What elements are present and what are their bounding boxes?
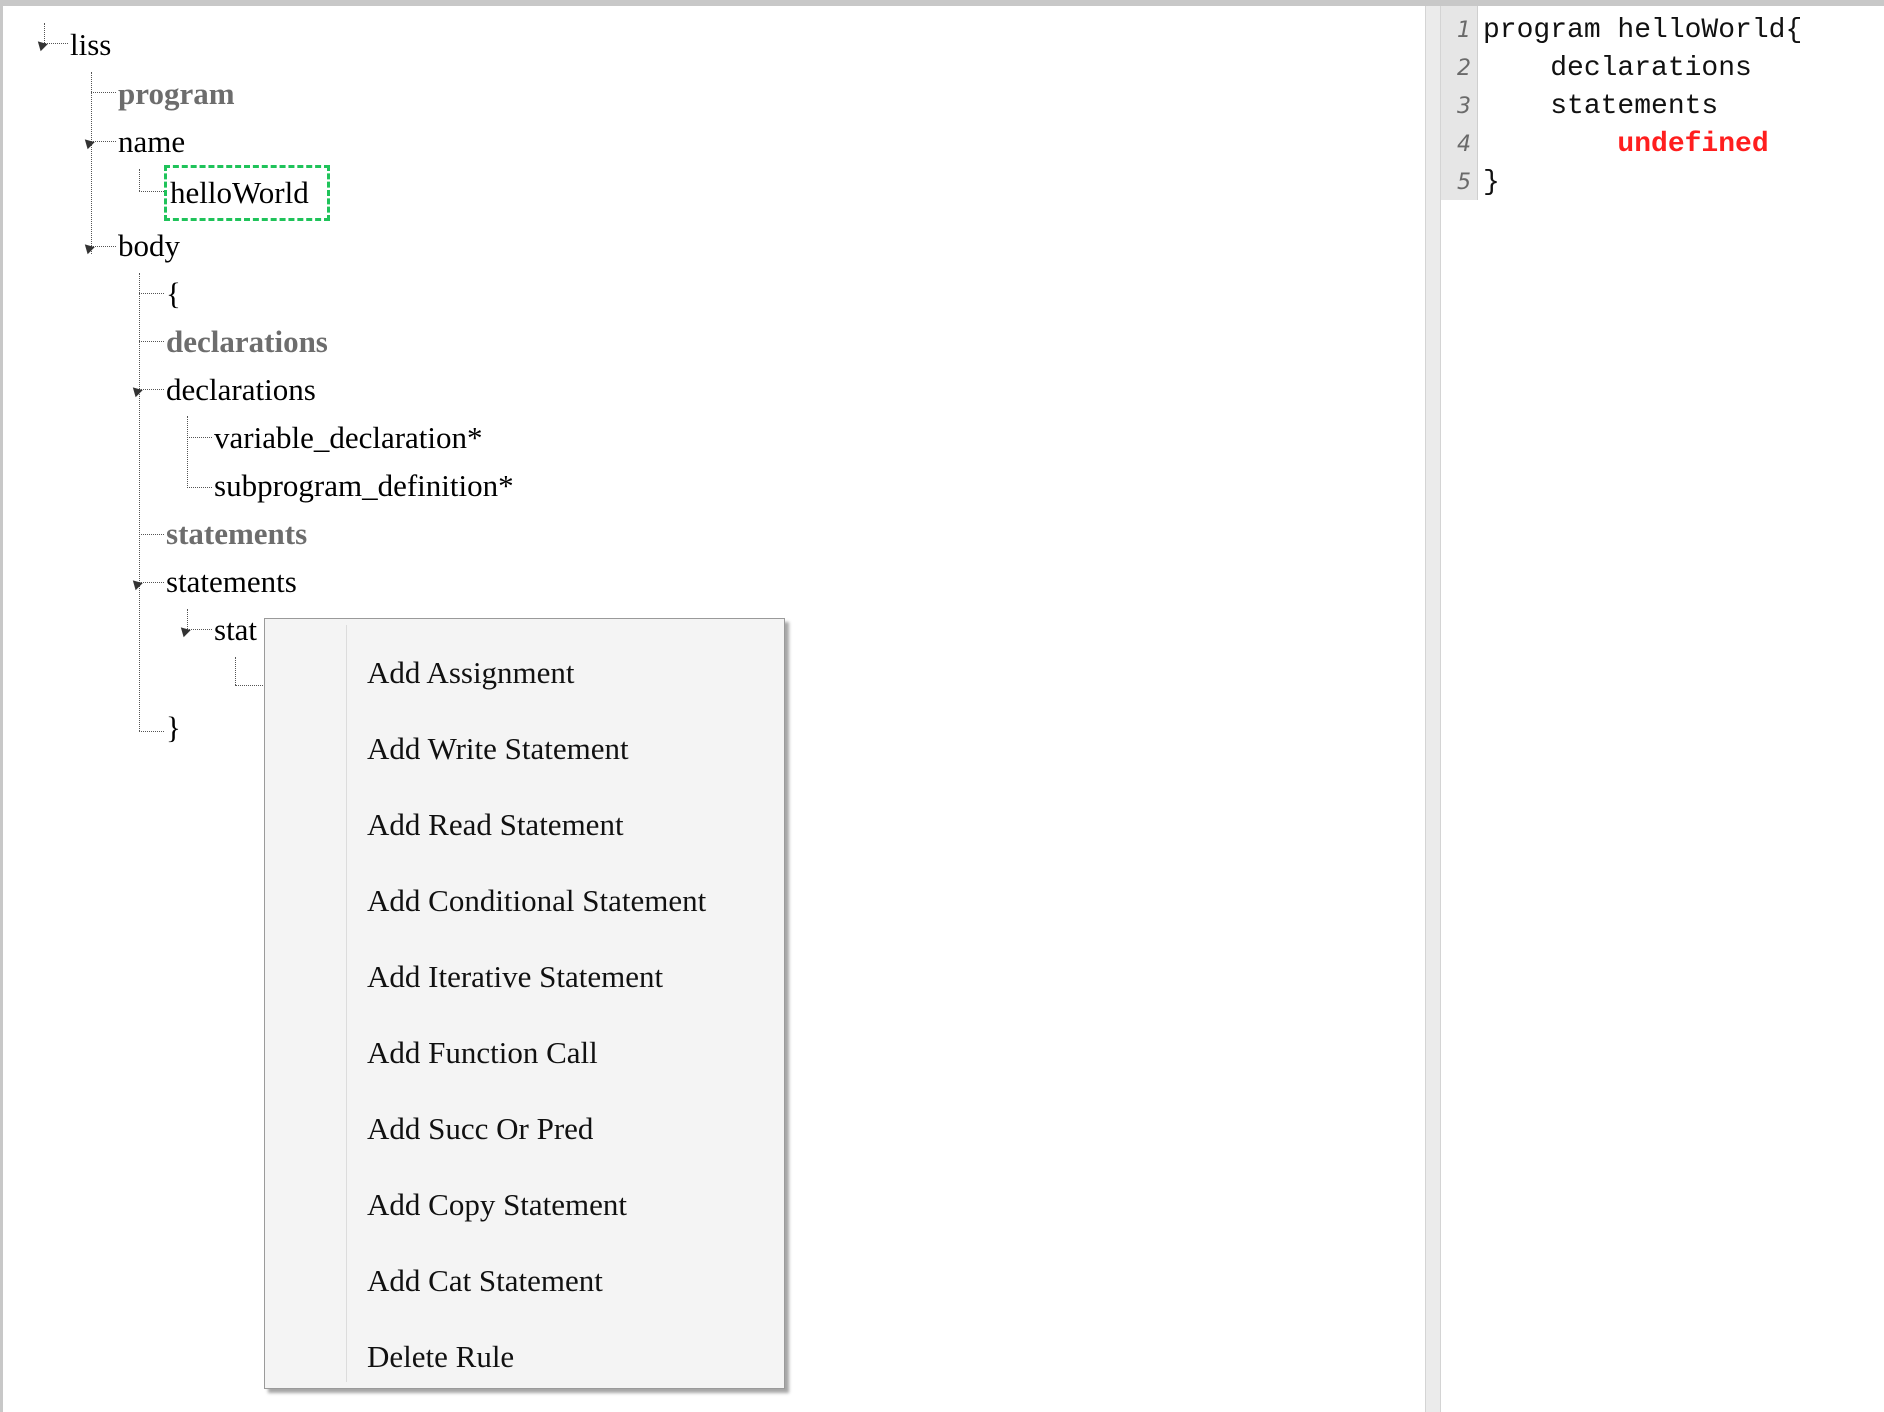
collapse-triangle-icon[interactable]: [81, 240, 95, 255]
line-number: 1: [1457, 18, 1471, 43]
parse-tree-pane[interactable]: liss program name helloWorld body { decl…: [3, 6, 1425, 1412]
menu-item-add-succ-or-pred[interactable]: Add Succ Or Pred: [266, 1091, 783, 1167]
tree-connector: [187, 416, 188, 488]
tree-node-subprogram-definition[interactable]: subprogram_definition*: [214, 468, 514, 504]
menu-item-add-read-statement[interactable]: Add Read Statement: [266, 787, 783, 863]
tree-connector: [235, 685, 263, 686]
menu-item-add-iterative-statement[interactable]: Add Iterative Statement: [266, 939, 783, 1015]
code-line[interactable]: program helloWorld{: [1483, 12, 1802, 50]
collapse-triangle-icon[interactable]: [81, 135, 95, 150]
tree-node-variable-declaration[interactable]: variable_declaration*: [214, 420, 483, 456]
tree-node-open-brace[interactable]: {: [166, 276, 181, 312]
menu-item-delete-rule[interactable]: Delete Rule: [266, 1319, 783, 1395]
menu-item-add-conditional-statement[interactable]: Add Conditional Statement: [266, 863, 783, 939]
tree-node-statements[interactable]: statements: [166, 564, 297, 600]
tree-connector: [139, 341, 164, 342]
tree-node-declarations[interactable]: declarations: [166, 372, 316, 408]
tree-connector: [91, 92, 116, 93]
tree-node-name-value[interactable]: helloWorld: [170, 175, 309, 211]
tree-connector: [139, 731, 164, 732]
menu-item-add-copy-statement[interactable]: Add Copy Statement: [266, 1167, 783, 1243]
menu-item-add-assignment[interactable]: Add Assignment: [266, 635, 783, 711]
tree-node-declarations-keyword[interactable]: declarations: [166, 324, 328, 360]
collapse-triangle-icon[interactable]: [34, 37, 48, 52]
tree-node-statements-keyword[interactable]: statements: [166, 516, 307, 552]
code-line[interactable]: statements: [1483, 88, 1718, 126]
tree-node-name[interactable]: name: [118, 124, 185, 160]
tree-node-statement[interactable]: stat: [214, 612, 257, 648]
code-line[interactable]: declarations: [1483, 50, 1752, 88]
code-line[interactable]: }: [1483, 164, 1500, 202]
tree-node-program-keyword[interactable]: program: [118, 76, 235, 112]
line-number: 5: [1457, 170, 1471, 195]
collapse-triangle-icon[interactable]: [129, 576, 143, 591]
pane-splitter[interactable]: [1425, 6, 1441, 1412]
collapse-triangle-icon[interactable]: [177, 623, 191, 638]
tree-connector: [139, 191, 164, 192]
collapse-triangle-icon[interactable]: [129, 383, 143, 398]
line-number: 4: [1457, 132, 1471, 157]
tree-connector: [139, 293, 164, 294]
tree-node-close-brace[interactable]: }: [166, 710, 181, 746]
tree-connector: [235, 657, 236, 685]
menu-item-add-function-call[interactable]: Add Function Call: [266, 1015, 783, 1091]
line-number: 2: [1457, 56, 1471, 81]
menu-item-add-cat-statement[interactable]: Add Cat Statement: [266, 1243, 783, 1319]
tree-node-body[interactable]: body: [118, 228, 180, 264]
line-number: 3: [1457, 94, 1471, 119]
tree-connector: [187, 437, 212, 438]
code-line-error[interactable]: undefined: [1483, 126, 1768, 164]
tree-connector: [139, 169, 140, 191]
tree-connector: [187, 487, 212, 488]
tree-connector: [91, 72, 92, 254]
tree-node-root[interactable]: liss: [70, 27, 111, 63]
code-editor-pane[interactable]: 1 2 3 4 5 program helloWorld{ declaratio…: [1441, 6, 1884, 1412]
context-menu[interactable]: Add Assignment Add Write Statement Add R…: [264, 618, 785, 1389]
tree-connector: [139, 534, 164, 535]
menu-item-add-write-statement[interactable]: Add Write Statement: [266, 711, 783, 787]
